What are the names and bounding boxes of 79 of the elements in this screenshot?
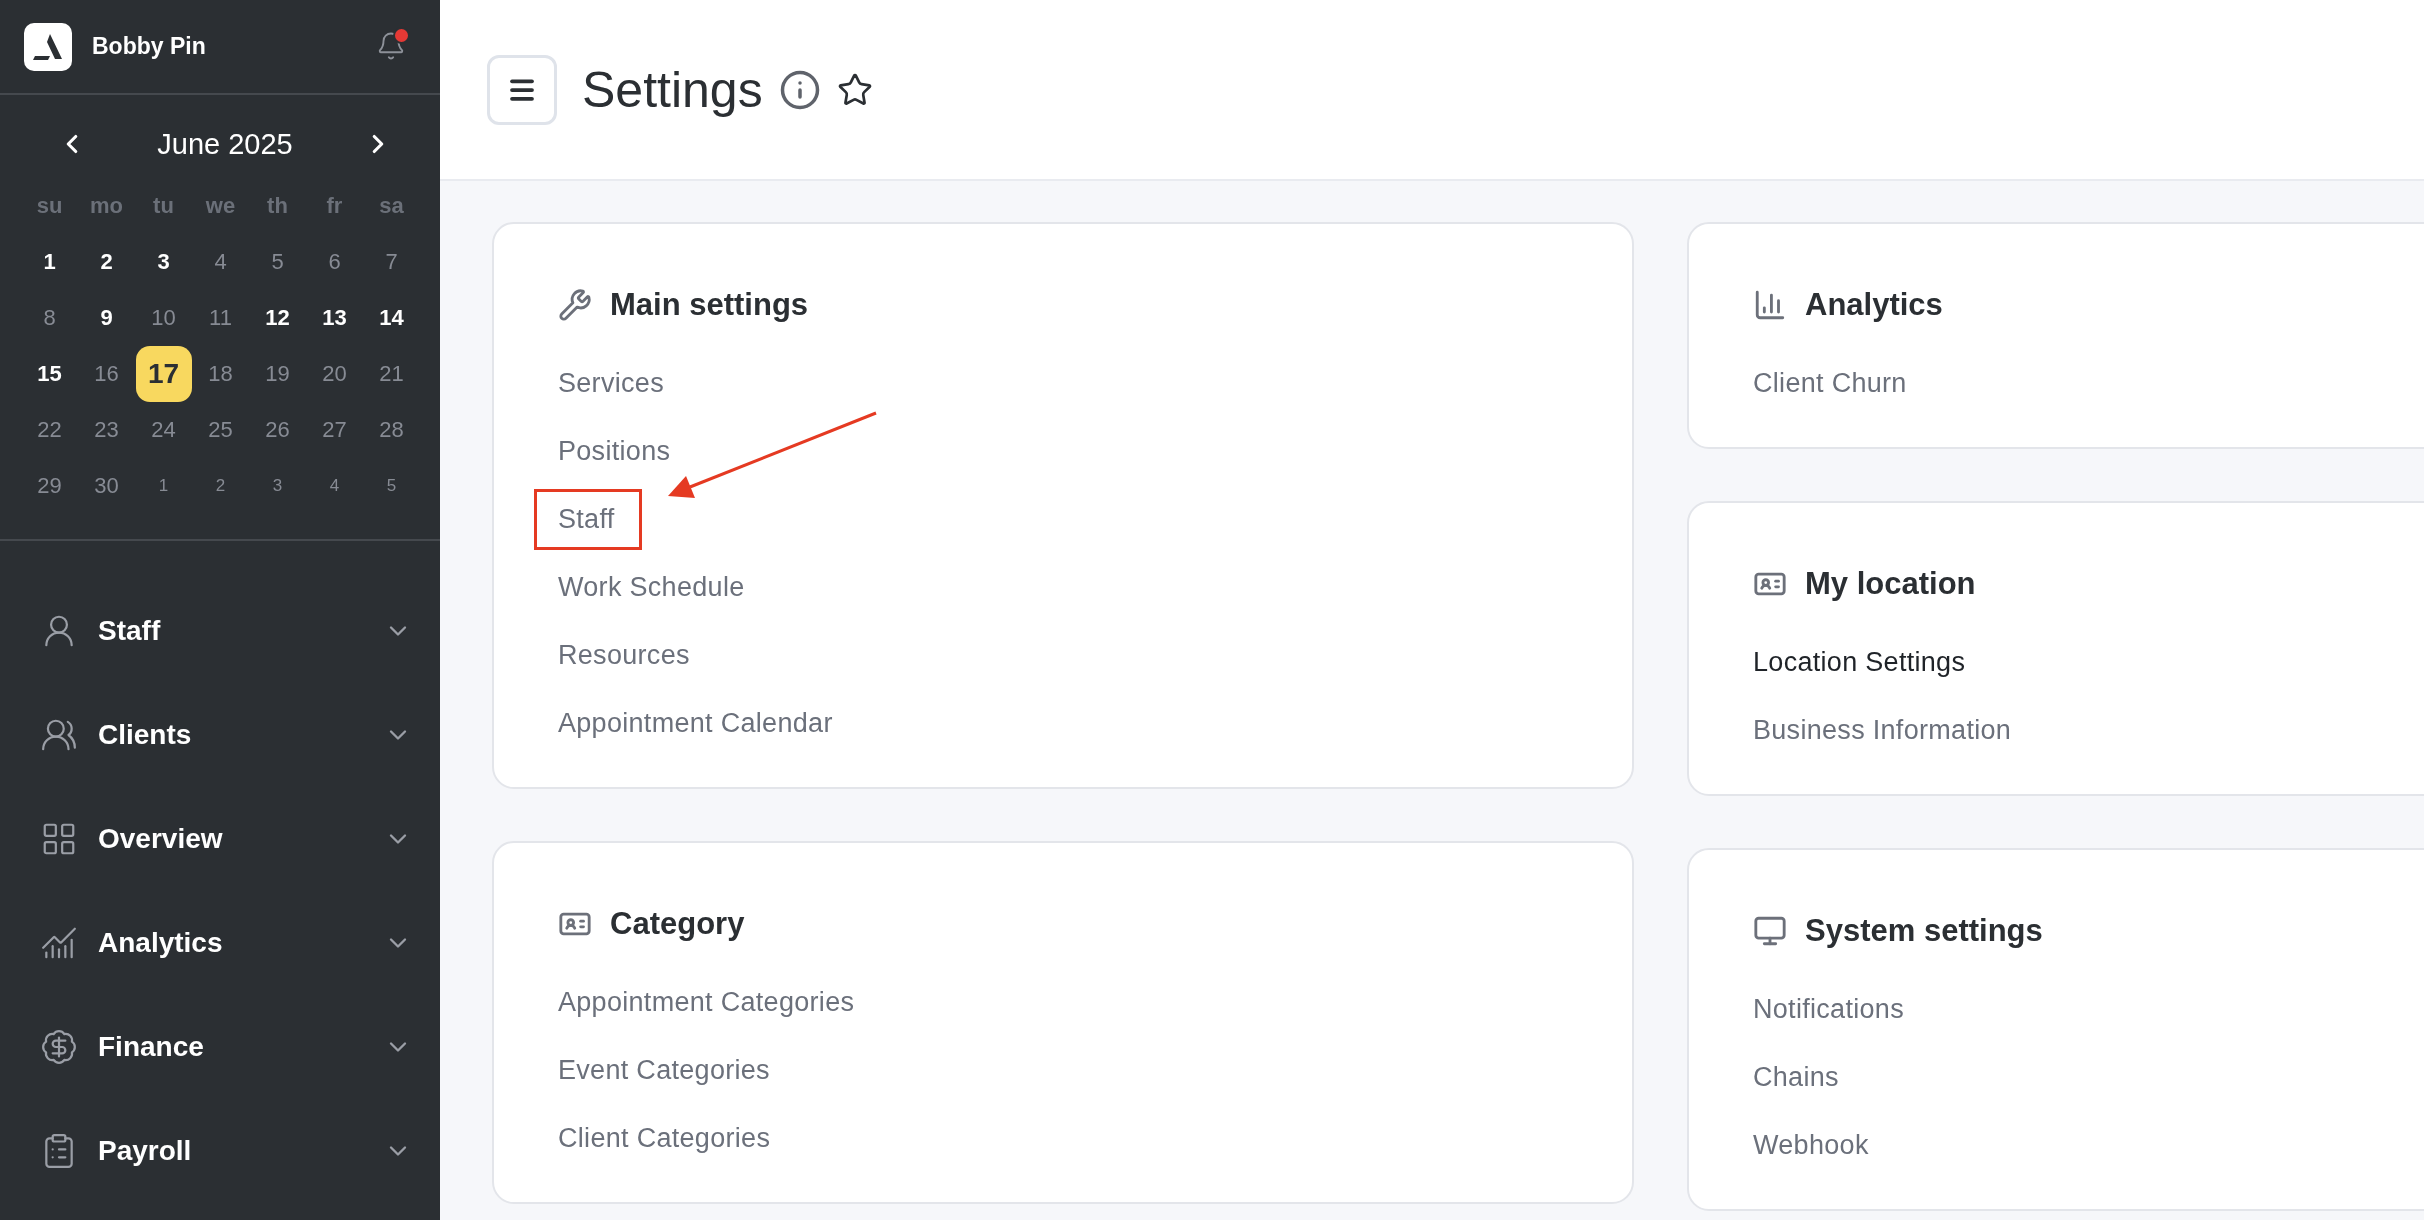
info-icon[interactable] — [778, 68, 821, 111]
card-title: Analytics — [1805, 287, 1943, 323]
nav-item[interactable]: Overview — [0, 787, 440, 891]
wrench-icon — [558, 288, 592, 322]
page-title: Settings — [582, 60, 763, 119]
settings-link[interactable]: Chains — [1753, 1061, 1839, 1092]
weekday-label: th — [267, 192, 288, 220]
settings-link[interactable]: Positions — [558, 435, 671, 466]
calendar-day[interactable]: 5 — [249, 234, 306, 290]
calendar-day[interactable]: 1 — [135, 458, 192, 514]
settings-link[interactable]: Notifications — [1753, 993, 1904, 1024]
calendar-day[interactable]: 4 — [306, 458, 363, 514]
weekday-label: sa — [379, 192, 404, 220]
calendar-day[interactable]: 3 — [249, 458, 306, 514]
calendar-day[interactable]: 20 — [306, 346, 363, 402]
settings-link[interactable]: Services — [558, 367, 664, 398]
calendar-day[interactable]: 16 — [78, 346, 135, 402]
nav-item[interactable]: Clients — [0, 683, 440, 787]
calendar-day[interactable]: 2 — [78, 234, 135, 290]
settings-link[interactable]: Work Schedule — [558, 571, 745, 602]
calendar-day[interactable]: 29 — [21, 458, 78, 514]
calendar-month: June 2025 — [157, 127, 293, 161]
logo-icon — [24, 22, 72, 71]
calendar-day[interactable]: 28 — [363, 402, 420, 458]
settings-link[interactable]: Resources — [558, 639, 690, 670]
weekday-label: su — [36, 192, 63, 220]
calendar-day[interactable]: 23 — [78, 402, 135, 458]
calendar-day[interactable]: 2 — [192, 458, 249, 514]
calendar-day[interactable]: 24 — [135, 402, 192, 458]
nav-item[interactable]: Finance — [0, 995, 440, 1099]
dollar-badge-icon — [40, 1028, 78, 1066]
calendar-day[interactable]: 14 — [363, 290, 420, 346]
calendar-day[interactable]: 6 — [306, 234, 363, 290]
card-title: Main settings — [610, 287, 809, 323]
settings-link[interactable]: Business Information — [1753, 714, 2012, 745]
calendar-day[interactable]: 3 — [135, 234, 192, 290]
calendar-day[interactable]: 25 — [192, 402, 249, 458]
calendar-day[interactable]: 8 — [21, 290, 78, 346]
menu-button[interactable] — [487, 54, 557, 125]
calendar-day[interactable]: 11 — [192, 290, 249, 346]
settings-link[interactable]: Webhook — [1753, 1129, 1869, 1160]
weekday-label: we — [205, 192, 236, 220]
calendar-day[interactable]: 1 — [21, 234, 78, 290]
nav-item[interactable]: Analytics — [0, 891, 440, 995]
calendar-day[interactable]: 9 — [78, 290, 135, 346]
calendar-day[interactable]: 5 — [363, 458, 420, 514]
calendar-day[interactable]: 26 — [249, 402, 306, 458]
settings-link[interactable]: Event Categories — [558, 1054, 770, 1085]
nav-item[interactable]: Payroll — [0, 1099, 440, 1203]
calendar-day[interactable]: 18 — [192, 346, 249, 402]
calendar-day[interactable]: 10 — [135, 290, 192, 346]
weekday-label: mo — [90, 192, 123, 220]
calendar-day[interactable]: 7 — [363, 234, 420, 290]
calendar-day[interactable]: 19 — [249, 346, 306, 402]
calendar-day[interactable]: 15 — [21, 346, 78, 402]
weekday-label: tu — [153, 192, 174, 220]
card-title: Category — [610, 906, 745, 942]
monitor-icon — [1753, 914, 1787, 948]
calendar-day[interactable]: 17 — [135, 346, 192, 402]
star-icon[interactable] — [836, 71, 873, 108]
settings-link[interactable]: Appointment Categories — [558, 986, 855, 1017]
card-title: My location — [1805, 566, 1976, 602]
calendar-day[interactable]: 4 — [192, 234, 249, 290]
settings-link[interactable]: Location Settings — [1753, 646, 1966, 677]
nav-item[interactable]: Staff — [0, 579, 440, 683]
calendar-day[interactable]: 12 — [249, 290, 306, 346]
account-name: Bobby Pin — [92, 33, 207, 60]
settings-link[interactable]: Staff — [558, 503, 615, 534]
bar-chart-icon — [1753, 288, 1787, 322]
settings-link[interactable]: Appointment Calendar — [558, 707, 833, 738]
weekday-label: fr — [326, 192, 343, 220]
calendar-day[interactable]: 13 — [306, 290, 363, 346]
calendar-day[interactable]: 22 — [21, 402, 78, 458]
card-title: System settings — [1805, 913, 2043, 949]
calendar-day[interactable]: 21 — [363, 346, 420, 402]
settings-link[interactable]: Client Churn — [1753, 367, 1907, 398]
settings-link[interactable]: Client Categories — [558, 1122, 771, 1153]
calendar-day[interactable]: 30 — [78, 458, 135, 514]
calendar-day[interactable]: 27 — [306, 402, 363, 458]
